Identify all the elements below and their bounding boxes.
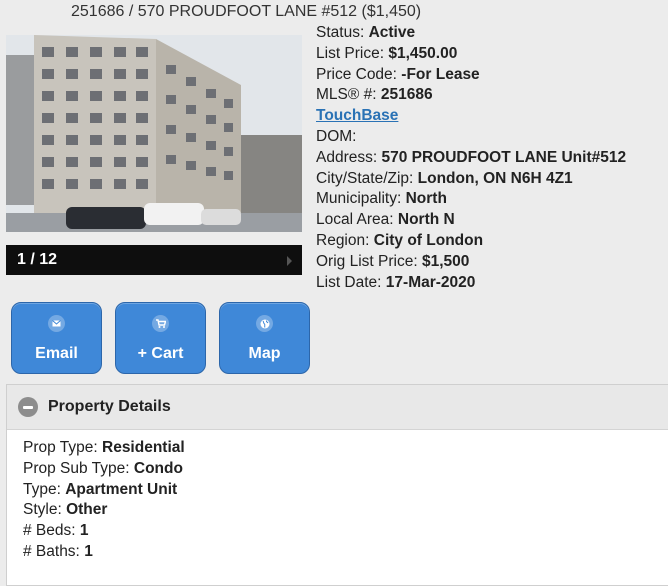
municipality-value: North	[405, 190, 447, 208]
beds-row: # Beds: 1	[23, 522, 89, 540]
region-row: Region: City of London	[316, 231, 484, 249]
mls-value: 251686	[380, 86, 433, 104]
dom-row: DOM:	[316, 127, 357, 145]
list-price-row: List Price: $1,450.00	[316, 44, 458, 62]
cart-button-label: + Cart	[137, 345, 184, 362]
prop-type-row: Prop Type: Residential	[23, 439, 185, 456]
baths-row: # Baths: 1	[23, 542, 93, 560]
email-button[interactable]: Email	[11, 302, 102, 374]
photo-navigation-bar: 1 / 12	[6, 245, 302, 275]
property-details-panel: Property Details Prop Type: Residential …	[6, 384, 668, 586]
map-button-label: Map	[248, 345, 281, 362]
baths-value: 1	[84, 542, 93, 560]
add-to-cart-button[interactable]: + Cart	[115, 302, 206, 374]
list-date-row: List Date: 17-Mar-2020	[316, 273, 476, 291]
touchbase-link[interactable]: TouchBase	[316, 107, 398, 124]
municipality-row: Municipality: North	[316, 190, 447, 208]
local-area-row: Local Area: North N	[316, 211, 455, 229]
price-code-row: Price Code: -For Lease	[316, 65, 480, 83]
photo-counter: 1 / 12	[17, 251, 58, 268]
globe-icon	[256, 315, 273, 332]
cart-icon	[152, 315, 169, 332]
property-details-list: Prop Type: Residential Prop Sub Type: Co…	[23, 438, 185, 563]
list-price-value: $1,450.00	[388, 44, 458, 62]
city-state-zip-value: London, ON N6H 4Z1	[417, 169, 573, 187]
email-button-label: Email	[35, 345, 78, 362]
mls-row: MLS® #: 251686	[316, 86, 433, 104]
property-details-header[interactable]: Property Details	[7, 385, 668, 430]
prop-sub-type-row: Prop Sub Type: Condo	[23, 459, 183, 477]
city-state-zip-row: City/State/Zip: London, ON N6H 4Z1	[316, 169, 573, 187]
envelope-icon	[48, 315, 65, 332]
property-details-title: Property Details	[48, 398, 171, 415]
map-button[interactable]: Map	[219, 302, 310, 374]
style-row: Style: Other	[23, 501, 108, 519]
style-value: Other	[66, 501, 108, 519]
prop-type-value: Residential	[102, 439, 185, 456]
listing-photo[interactable]	[6, 35, 302, 232]
orig-list-price-value: $1,500	[421, 252, 470, 270]
status-value: Active	[368, 24, 416, 41]
orig-list-price-row: Orig List Price: $1,500	[316, 252, 470, 270]
status-row: Status: Active	[316, 24, 416, 41]
prop-sub-type-value: Condo	[133, 459, 183, 477]
next-photo-arrow-icon[interactable]	[287, 256, 292, 266]
beds-value: 1	[79, 522, 89, 540]
listing-title: 251686 / 570 PROUDFOOT LANE #512 ($1,450…	[71, 3, 422, 20]
local-area-value: North N	[397, 211, 455, 229]
building-photo-image	[6, 35, 302, 232]
list-date-value: 17-Mar-2020	[385, 273, 476, 291]
region-value: City of London	[373, 231, 484, 249]
collapse-minus-icon[interactable]	[18, 397, 38, 417]
type-value: Apartment Unit	[65, 480, 178, 498]
address-value: 570 PROUDFOOT LANE Unit#512	[381, 148, 627, 166]
listing-summary: Status: Active List Price: $1,450.00 Pri…	[316, 23, 626, 293]
address-row: Address: 570 PROUDFOOT LANE Unit#512	[316, 148, 627, 166]
type-row: Type: Apartment Unit	[23, 480, 178, 498]
price-code-value: -For Lease	[401, 65, 480, 83]
touchbase-row: TouchBase	[316, 106, 626, 127]
